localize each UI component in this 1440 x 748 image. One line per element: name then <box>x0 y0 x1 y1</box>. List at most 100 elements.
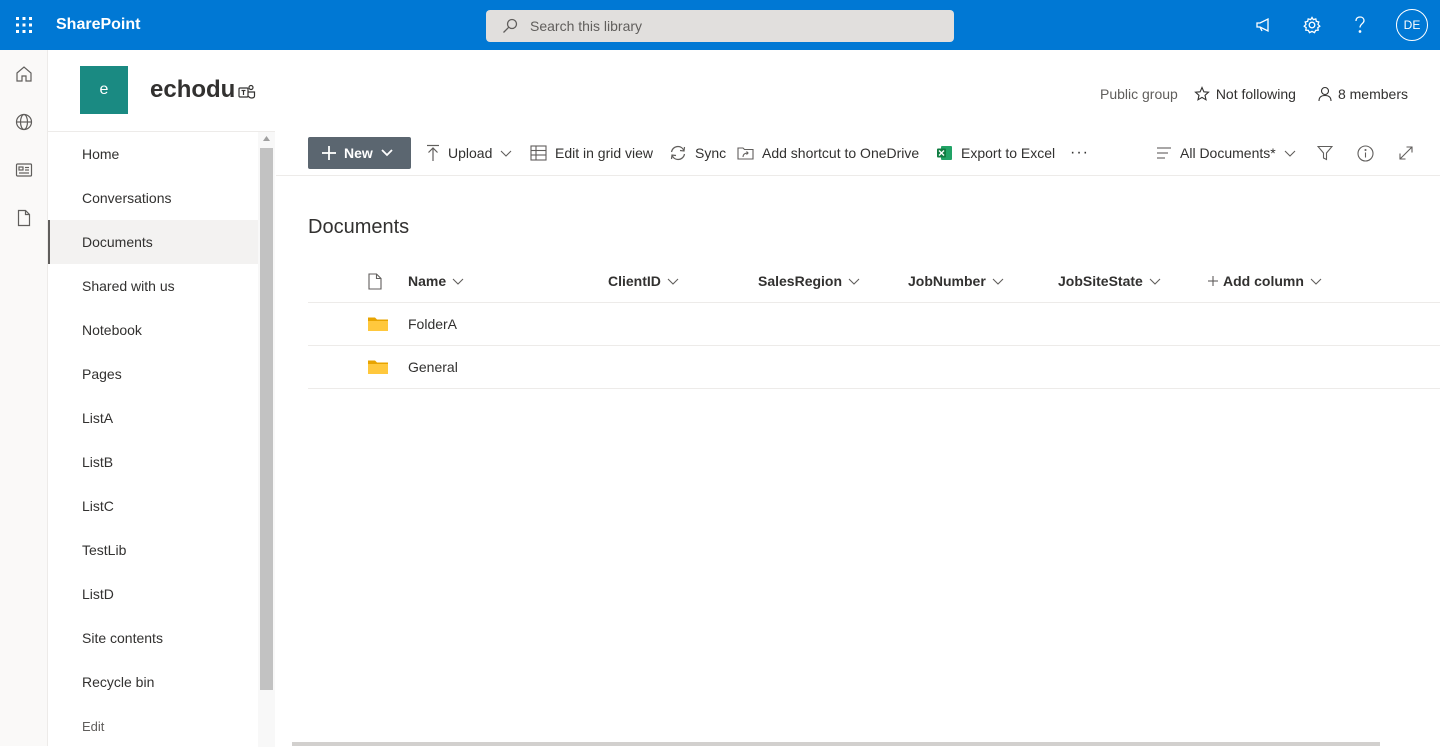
site-header: e echodu Public group Not following 8 me… <box>48 50 1440 130</box>
teams-icon[interactable] <box>238 84 256 100</box>
column-header-jobsitestate[interactable]: JobSiteState <box>1058 260 1161 302</box>
view-name-label: All Documents* <box>1180 145 1276 161</box>
nav-item-conversations[interactable]: Conversations <box>48 176 258 220</box>
chevron-down-icon <box>667 278 679 285</box>
upload-label: Upload <box>448 145 493 161</box>
upload-icon <box>426 144 440 162</box>
follow-button[interactable]: Not following <box>1193 86 1296 102</box>
members-button[interactable]: 8 members <box>1318 86 1408 102</box>
chevron-down-icon <box>848 278 860 285</box>
sync-icon <box>669 145 687 161</box>
view-switcher-button[interactable]: All Documents* <box>1156 131 1296 175</box>
expand-icon[interactable] <box>1398 131 1414 175</box>
account-avatar-button[interactable]: DE <box>1384 0 1440 50</box>
nav-item-listb[interactable]: ListB <box>48 440 258 484</box>
nav-edit-link[interactable]: Edit <box>48 704 258 748</box>
folder-icon <box>368 316 388 332</box>
news-icon[interactable] <box>0 146 48 194</box>
chevron-down-icon <box>1310 278 1322 285</box>
chevron-down-icon <box>381 149 393 157</box>
add-shortcut-onedrive-button[interactable]: Add shortcut to OneDrive <box>737 131 919 175</box>
help-icon[interactable] <box>1336 0 1384 50</box>
nav-item-testlib[interactable]: TestLib <box>48 528 258 572</box>
item-name-link[interactable]: FolderA <box>408 303 457 345</box>
excel-icon <box>936 145 953 161</box>
library-title: Documents <box>308 216 410 238</box>
upload-button[interactable]: Upload <box>426 131 512 175</box>
column-label: ClientID <box>608 273 661 289</box>
site-actions: Public group Not following 8 members <box>1100 86 1408 102</box>
megaphone-icon[interactable] <box>1240 0 1288 50</box>
folder-icon <box>368 359 388 375</box>
sync-button[interactable]: Sync <box>669 131 726 175</box>
nav-item-shared-with-us[interactable]: Shared with us <box>48 264 258 308</box>
new-button-label: New <box>344 145 373 161</box>
app-launcher-icon[interactable] <box>0 0 48 50</box>
site-logo[interactable]: e <box>80 66 128 114</box>
file-type-column-icon[interactable] <box>368 260 382 302</box>
document-icon[interactable] <box>0 194 48 242</box>
info-icon[interactable] <box>1357 131 1374 175</box>
list-item[interactable]: General <box>308 346 1440 389</box>
nav-item-listd[interactable]: ListD <box>48 572 258 616</box>
add-column-button[interactable]: Add column <box>1208 260 1322 302</box>
follow-label: Not following <box>1215 86 1296 102</box>
home-icon[interactable] <box>0 50 48 98</box>
column-header-jobnumber[interactable]: JobNumber <box>908 260 1004 302</box>
nav-scrollbar-thumb[interactable] <box>260 148 273 690</box>
add-column-label: Add column <box>1223 273 1304 289</box>
nav-item-pages[interactable]: Pages <box>48 352 258 396</box>
column-label: JobNumber <box>908 273 986 289</box>
left-navigation: Home Conversations Documents Shared with… <box>48 131 275 748</box>
chevron-down-icon <box>452 278 464 285</box>
person-icon <box>1318 86 1338 102</box>
command-bar: New Upload Edit in grid view Sync Add sh… <box>276 131 1440 176</box>
group-type-label: Public group <box>1099 86 1178 102</box>
column-header-clientid[interactable]: ClientID <box>608 260 679 302</box>
avatar: DE <box>1396 9 1428 41</box>
members-label: 8 members <box>1337 86 1408 102</box>
list-item[interactable]: FolderA <box>308 303 1440 346</box>
settings-gear-icon[interactable] <box>1288 0 1336 50</box>
export-excel-label: Export to Excel <box>961 145 1056 161</box>
globe-icon[interactable] <box>0 98 48 146</box>
shortcut-icon <box>737 145 754 161</box>
horizontal-scrollbar[interactable] <box>292 742 1380 746</box>
view-options-icon <box>1156 146 1172 160</box>
filter-icon[interactable] <box>1317 131 1333 175</box>
edit-grid-view-label: Edit in grid view <box>555 145 654 161</box>
column-label: SalesRegion <box>758 273 843 289</box>
column-header-salesregion[interactable]: SalesRegion <box>758 260 860 302</box>
plus-icon <box>1208 276 1218 286</box>
nav-item-site-contents[interactable]: Site contents <box>48 616 258 660</box>
nav-item-recycle-bin[interactable]: Recycle bin <box>48 660 258 704</box>
sync-label: Sync <box>695 145 727 161</box>
brand-link[interactable]: SharePoint <box>56 16 140 34</box>
chevron-down-icon <box>500 150 512 157</box>
chevron-down-icon <box>1284 150 1296 157</box>
nav-item-documents[interactable]: Documents <box>48 220 258 264</box>
app-bar <box>0 50 48 746</box>
nav-item-notebook[interactable]: Notebook <box>48 308 258 352</box>
export-excel-button[interactable]: Export to Excel <box>936 131 1055 175</box>
nav-item-lista[interactable]: ListA <box>48 396 258 440</box>
suite-actions: DE <box>1240 0 1440 50</box>
column-label: Name <box>408 273 447 289</box>
column-header-name[interactable]: Name <box>408 260 464 302</box>
nav-scrollbar[interactable] <box>258 132 275 747</box>
site-title[interactable]: echodu <box>150 76 235 104</box>
nav-item-listc[interactable]: ListC <box>48 484 258 528</box>
search-placeholder: Search this library <box>530 18 643 34</box>
add-shortcut-label: Add shortcut to OneDrive <box>762 145 920 161</box>
new-button[interactable]: New <box>308 137 411 169</box>
nav-item-home[interactable]: Home <box>48 132 258 176</box>
scroll-up-arrow-icon[interactable] <box>263 136 270 141</box>
edit-grid-view-button[interactable]: Edit in grid view <box>530 131 653 175</box>
chevron-down-icon <box>992 278 1004 285</box>
grid-icon <box>530 145 547 161</box>
chevron-down-icon <box>1149 278 1161 285</box>
item-name-link[interactable]: General <box>408 346 458 388</box>
search-box[interactable]: Search this library <box>486 10 954 42</box>
more-commands-button[interactable]: ··· <box>1070 131 1089 175</box>
column-label: JobSiteState <box>1058 273 1143 289</box>
